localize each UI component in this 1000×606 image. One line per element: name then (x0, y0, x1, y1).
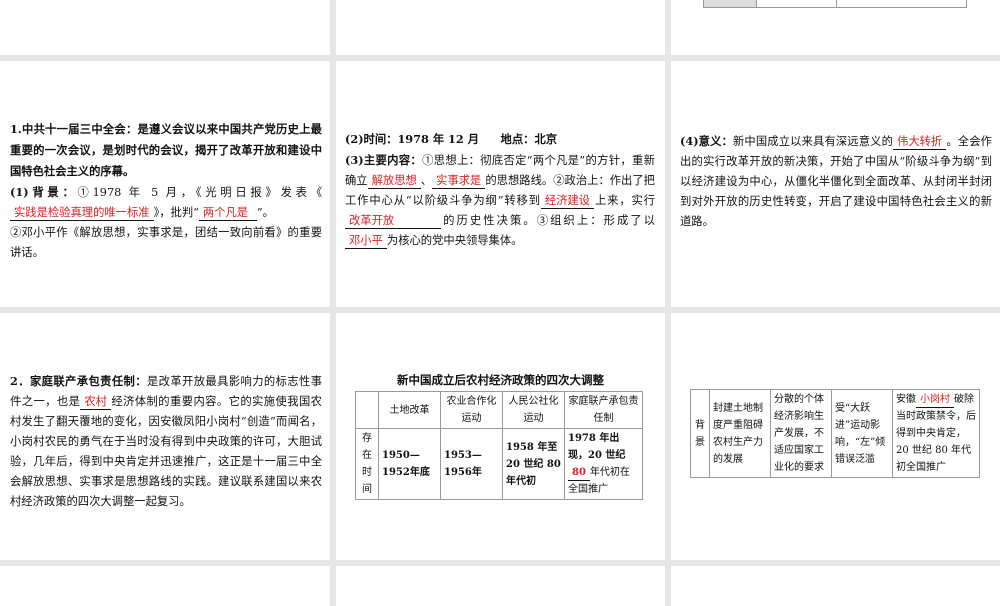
text: 经济体制的重要内容。它的实施使我国农村发生了翻天覆地的变化，因安徽凤阳小岗村“创… (10, 395, 322, 508)
cell: 受“大跃进”运动影响，“左”倾错误泛滥 (831, 389, 893, 478)
slide-thumbnail[interactable] (336, 566, 665, 606)
header-cell: 家庭联产承包责任制 (564, 391, 643, 429)
answer-blank: 解放思想 (367, 173, 421, 189)
slide-text: (4)意义：新中国成立以来具有深远意义的 伟大转折 。全会作出的实行改革开放的新决策… (680, 131, 992, 232)
cell: 分散的个体经济影响生产发展，不适应国家工业化的要求 (770, 389, 832, 478)
answer-blank: 两个凡是 (198, 205, 257, 221)
slide-thumbnail[interactable] (671, 0, 1000, 55)
header-cell: 人民公社化运动 (502, 391, 565, 429)
answer-blank: 经济建设 (540, 193, 595, 209)
answer-blank: 改革开放 (345, 213, 441, 229)
slide-text: (2)时间：1978 年 12 月 地点：北京 (3)主要内容：①思想上：彻底否… (345, 129, 655, 251)
label: (1)背景： (10, 185, 78, 199)
slide-thumbnail[interactable]: (2)时间：1978 年 12 月 地点：北京 (3)主要内容：①思想上：彻底否… (336, 61, 665, 307)
text: 安徽 (896, 394, 916, 405)
slide-thumbnail[interactable]: 背景 封建土地制度严重阻碍农村生产力的发展 分散的个体经济影响生产发展，不适应国… (671, 313, 1000, 560)
answer-blank: 实践是检验真理的唯一标准 (10, 205, 154, 221)
slide-text: 2．家庭联产承包责任制：是改革开放最具影响力的标志性事件之一，也是 农村 经济体制的… (10, 371, 322, 512)
text: 1978 年出现，20 世纪 (568, 433, 626, 461)
answer-blank: 小岗村 (916, 392, 954, 408)
text: 上来，实行 (594, 194, 655, 207)
cell: 封建土地制度严重阻碍农村生产力的发展 (709, 389, 771, 478)
header-cell: 土地改革 (378, 391, 441, 429)
slide-thumbnail[interactable]: 2．家庭联产承包责任制：是改革开放最具影响力的标志性事件之一，也是 农村 经济体制的… (0, 313, 330, 560)
label: (4)意义： (680, 134, 733, 148)
text: 、 (420, 174, 433, 187)
text: 新中国成立以来具有深远意义的 (732, 135, 894, 148)
policy-table: 土地改革 农业合作化运动 人民公社化运动 家庭联产承包责任制 存在时间 1950… (355, 391, 643, 500)
text: ①1978 年 5 月，《光明日报》发表《 (77, 186, 322, 199)
text: 地点：北京 (500, 132, 558, 146)
text: 》，批判“ (153, 206, 199, 219)
label: (3)主要内容： (345, 153, 423, 167)
slide-thumbnail[interactable] (671, 566, 1000, 606)
slide-thumbnail[interactable] (336, 0, 665, 55)
answer-blank: 农村 (80, 394, 111, 410)
slide-text: 1.中共十一届三中全会：是遵义会议以来中国共产党历史上最重要的一次会议，是划时代… (10, 119, 322, 263)
text: (2)时间：1978 年 12 月 (345, 132, 479, 146)
cell: 1953—1956年 (440, 428, 503, 500)
heading: 1.中共十一届三中全会： (10, 122, 138, 136)
table-title: 新中国成立后农村经济政策的四次大调整 (397, 373, 604, 387)
row-label: 背景 (690, 389, 710, 478)
text: 的历史性决策。③组织上：形成了以 (441, 214, 655, 227)
text: ”。 (256, 206, 274, 219)
cell: 安徽 小岗村 破除当时政策禁令，后得到中央肯定，20 世纪 80 年代初全国推广 (892, 389, 980, 478)
text: 为核心的党中央领导集体。 (386, 234, 523, 247)
answer-blank: 邓小平 (345, 233, 387, 249)
header-cell: 农业合作化运动 (440, 391, 503, 429)
cell: 1958 年至 20 世纪 80 年代初 (502, 428, 565, 500)
slide-thumbnail[interactable] (0, 0, 330, 55)
answer-blank: 80 (568, 465, 590, 481)
answer-blank: 伟大转折 (893, 134, 947, 150)
cell: 1950—1952年底 (378, 428, 441, 500)
table-fragment (703, 0, 967, 8)
slide-thumbnail[interactable]: 1.中共十一届三中全会：是遵义会议以来中国共产党历史上最重要的一次会议，是划时代… (0, 61, 330, 307)
text: ②邓小平作《解放思想，实事求是，团结一致向前看》的重要讲话。 (10, 226, 322, 259)
policy-table: 背景 封建土地制度严重阻碍农村生产力的发展 分散的个体经济影响生产发展，不适应国… (690, 389, 980, 478)
row-label: 存在时间 (355, 428, 379, 500)
slide-thumbnail[interactable]: 新中国成立后农村经济政策的四次大调整 土地改革 农业合作化运动 人民公社化运动 … (336, 313, 665, 560)
slide-thumbnail[interactable]: (4)意义：新中国成立以来具有深远意义的 伟大转折 。全会作出的实行改革开放的新决策… (671, 61, 1000, 307)
heading: 2．家庭联产承包责任制： (10, 374, 147, 388)
slide-thumbnail[interactable] (0, 566, 330, 606)
cell: 1978 年出现，20 世纪80 年代初在全国推广 (564, 428, 643, 500)
header-cell (355, 391, 379, 429)
answer-blank: 实事求是 (432, 173, 486, 189)
